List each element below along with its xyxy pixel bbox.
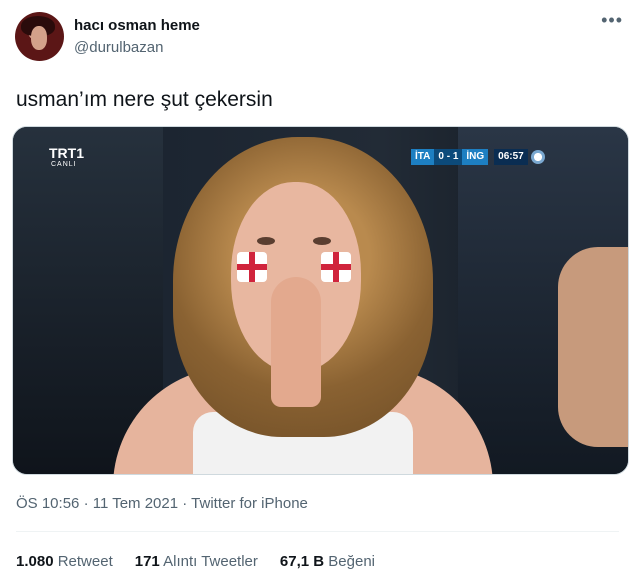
england-flag-right-cheek <box>321 252 351 282</box>
tweet-metadata: ÖS 10:56 · 11 Tem 2021 · Twitter for iPh… <box>16 495 308 512</box>
scoreboard-time: 06:57 <box>494 149 528 165</box>
tweet-time[interactable]: ÖS 10:56 <box>16 495 79 512</box>
divider <box>16 531 619 532</box>
scoreboard-team2: İNG <box>462 149 489 165</box>
tweet-source[interactable]: Twitter for iPhone <box>191 495 308 512</box>
tweet-stats: 1.080 Retweet 171 Alıntı Tweetler 67,1 B… <box>16 553 375 570</box>
author-name[interactable]: hacı osman heme <box>74 17 200 34</box>
euro-ball-icon <box>530 150 545 164</box>
live-label: CANLI <box>51 161 77 168</box>
retweet-count-value: 1.080 <box>16 553 54 570</box>
avatar-face <box>31 26 47 50</box>
like-count[interactable]: 67,1 B Beğeni <box>280 553 375 570</box>
tweet-media-image[interactable]: TRT1 CANLI İTA 0 - 1 İNG 06:57 <box>12 126 629 475</box>
fan-eye-left <box>257 237 275 245</box>
separator-dot: · <box>182 495 188 512</box>
tweet-text: usman’ım nere şut çekersin <box>16 88 273 111</box>
spectator-arm <box>558 247 628 447</box>
like-count-value: 67,1 B <box>279 553 325 570</box>
retweet-count-label: Retweet <box>57 553 113 570</box>
england-flag-left-cheek <box>237 252 267 282</box>
quote-count-label: Alıntı Tweetler <box>163 553 258 570</box>
author-handle[interactable]: @durulbazan <box>74 39 163 56</box>
quote-tweet-count[interactable]: 171 Alıntı Tweetler <box>135 553 258 570</box>
tweet-card: hacı osman heme @durulbazan ••• usman’ım… <box>0 0 635 583</box>
like-count-label: Beğeni <box>328 553 375 570</box>
broadcaster-logo: TRT1 <box>49 145 84 161</box>
scoreboard: İTA 0 - 1 İNG 06:57 <box>411 149 545 165</box>
retweet-count[interactable]: 1.080 Retweet <box>16 553 113 570</box>
quote-count-value: 171 <box>134 553 160 570</box>
fan-eye-right <box>313 237 331 245</box>
separator-dot: · <box>83 495 89 512</box>
scoreboard-team1: İTA <box>411 149 435 165</box>
fan-praying-hands <box>271 277 321 407</box>
more-options-icon[interactable]: ••• <box>601 10 623 31</box>
avatar[interactable] <box>15 12 64 61</box>
scoreboard-score: 0 - 1 <box>434 149 463 165</box>
tweet-date[interactable]: 11 Tem 2021 <box>93 495 178 512</box>
